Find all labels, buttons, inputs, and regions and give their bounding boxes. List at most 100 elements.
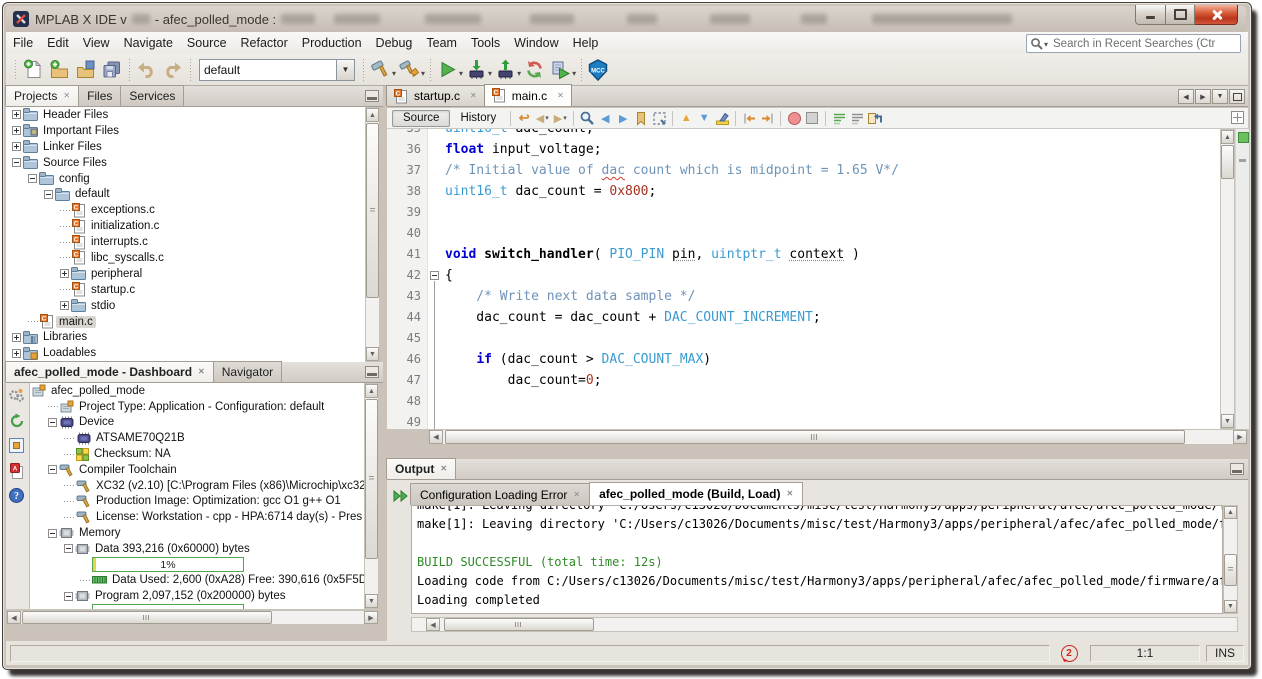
back-button[interactable]: ◀ (533, 110, 551, 126)
tree-item[interactable]: Compiler Toolchain (30, 462, 364, 478)
tree-item[interactable]: Device (30, 415, 364, 431)
tree-item[interactable]: XC32 (v2.10) [C:\Program Files (x86)\Mic… (30, 478, 364, 494)
tree-item[interactable]: Header Files (6, 107, 365, 123)
tree-item[interactable]: Cexceptions.c (6, 202, 365, 218)
menu-refactor[interactable]: Refactor (234, 36, 295, 50)
scrollbar-thumb[interactable] (1224, 554, 1237, 586)
menu-debug[interactable]: Debug (369, 36, 420, 50)
project-properties-button[interactable] (6, 383, 29, 408)
expander-icon[interactable] (12, 333, 21, 342)
projects-tab[interactable]: Services (120, 85, 184, 106)
history-view-button[interactable]: History (450, 111, 506, 126)
menu-window[interactable]: Window (507, 36, 565, 50)
menu-source[interactable]: Source (180, 36, 234, 50)
expander-icon[interactable] (12, 110, 21, 119)
new-project-button[interactable] (47, 57, 73, 83)
scrollbar-thumb[interactable] (366, 123, 379, 298)
scroll-right-button[interactable]: ▶ (1233, 430, 1247, 444)
tree-item[interactable]: Source Files (6, 155, 365, 171)
opened-documents-button[interactable]: ▼ (1212, 89, 1228, 104)
tree-item[interactable]: default (6, 186, 365, 202)
menu-production[interactable]: Production (295, 36, 369, 50)
open-project-button[interactable] (73, 57, 99, 83)
expander-icon[interactable] (60, 301, 69, 310)
refresh-debug-tool-button[interactable] (522, 57, 548, 83)
close-icon[interactable]: ✕ (557, 92, 564, 100)
previous-bookmark-button[interactable]: ◀ (596, 110, 614, 126)
chevron-down-icon[interactable]: ▾ (488, 69, 492, 78)
previous-occurrence-button[interactable]: ▲ (677, 110, 695, 126)
chevron-down-icon[interactable]: ▾ (517, 69, 521, 78)
expander-icon[interactable] (64, 544, 73, 553)
expander-icon[interactable] (12, 142, 21, 151)
close-icon[interactable]: ✕ (786, 490, 793, 498)
tree-item[interactable]: Libraries (6, 329, 365, 345)
shift-line-right-button[interactable] (758, 110, 776, 126)
scroll-down-button[interactable]: ▼ (365, 594, 378, 608)
comment-lines-button[interactable] (830, 110, 848, 126)
tree-item[interactable]: Production Image: Optimization: gcc O1 g… (30, 494, 364, 510)
expander-icon[interactable] (48, 529, 57, 538)
stop-button[interactable] (6, 433, 29, 458)
configuration-select[interactable]: default▼ (199, 60, 355, 80)
stop-macro-recording-button[interactable] (803, 110, 821, 126)
scroll-down-button[interactable]: ▼ (1221, 414, 1234, 428)
menu-file[interactable]: File (6, 36, 40, 50)
scroll-left-button[interactable]: ◀ (426, 618, 440, 631)
expander-icon[interactable] (44, 190, 53, 199)
tab-output[interactable]: Output✕ (386, 458, 456, 479)
projects-tree[interactable]: Header FilesImportant FilesLinker FilesS… (6, 107, 365, 362)
scroll-up-button[interactable]: ▲ (365, 384, 378, 398)
tree-item[interactable]: Memory (30, 525, 364, 541)
minimize-button[interactable] (1135, 5, 1166, 25)
tree-item[interactable]: Data 393,216 (0x60000) bytes (30, 541, 364, 557)
dashboard-vscrollbar[interactable]: ▲ ▼ (364, 383, 379, 609)
expander-icon[interactable] (12, 158, 21, 167)
start-macro-recording-button[interactable] (785, 110, 803, 126)
close-icon[interactable]: ✕ (63, 92, 70, 100)
tree-item[interactable]: License: Workstation - cpp - HPA:6714 da… (30, 509, 364, 525)
select-in-projects-button[interactable] (650, 110, 668, 126)
menu-tools[interactable]: Tools (464, 36, 507, 50)
tree-item[interactable]: afec_polled_mode (30, 383, 364, 399)
horizontal-splitter[interactable] (387, 445, 1248, 459)
chevron-down-icon[interactable]: ▾ (392, 69, 396, 78)
redo-button[interactable] (160, 57, 186, 83)
expander-icon[interactable] (64, 592, 73, 601)
tree-item[interactable]: Cstartup.c (6, 282, 365, 298)
shift-line-left-button[interactable] (740, 110, 758, 126)
help-button[interactable]: ? (6, 483, 29, 508)
close-icon[interactable]: ✕ (440, 465, 447, 473)
scroll-right-button[interactable]: ▶ (364, 611, 378, 624)
scroll-up-button[interactable]: ▲ (1224, 506, 1237, 519)
dashboard-tree[interactable]: afec_polled_modeProject Type: Applicatio… (30, 383, 364, 609)
maximize-editor-button[interactable] (1229, 89, 1245, 104)
debug-project-button[interactable] (548, 57, 574, 83)
chevron-down-icon[interactable]: ▼ (336, 59, 355, 81)
dashboard-hscrollbar[interactable]: ◀ ▶ (6, 610, 379, 625)
menu-help[interactable]: Help (566, 36, 606, 50)
new-file-button[interactable] (21, 57, 47, 83)
scrollbar-thumb[interactable] (22, 611, 272, 624)
scrollbar-thumb[interactable] (444, 618, 594, 631)
tree-item[interactable]: Program 2,097,152 (0x200000) bytes (30, 588, 364, 604)
search-dropdown-icon[interactable]: ▾ (1044, 40, 1048, 49)
forward-button[interactable]: ▶ (551, 110, 569, 126)
menu-view[interactable]: View (76, 36, 117, 50)
next-bookmark-button[interactable]: ▶ (614, 110, 632, 126)
run-project-button[interactable] (435, 57, 461, 83)
menu-edit[interactable]: Edit (40, 36, 76, 50)
output-console[interactable]: make[1]: Leaving directory 'C:/Users/c13… (411, 505, 1223, 614)
find-selection-button[interactable] (578, 110, 596, 126)
close-icon[interactable]: ✕ (573, 491, 580, 499)
projects-tab[interactable]: Files (78, 85, 121, 106)
output-vscrollbar[interactable]: ▲ ▼ (1223, 505, 1238, 614)
maximize-button[interactable] (1166, 5, 1195, 25)
expander-icon[interactable] (48, 465, 57, 474)
build-project-button[interactable] (368, 57, 394, 83)
chevron-down-icon[interactable]: ▾ (421, 69, 425, 78)
scrollbar-thumb[interactable] (365, 399, 378, 559)
run-again-button[interactable] (392, 487, 410, 505)
tree-item[interactable]: Cinterrupts.c (6, 234, 365, 250)
scrollbar-thumb[interactable] (445, 430, 1185, 444)
